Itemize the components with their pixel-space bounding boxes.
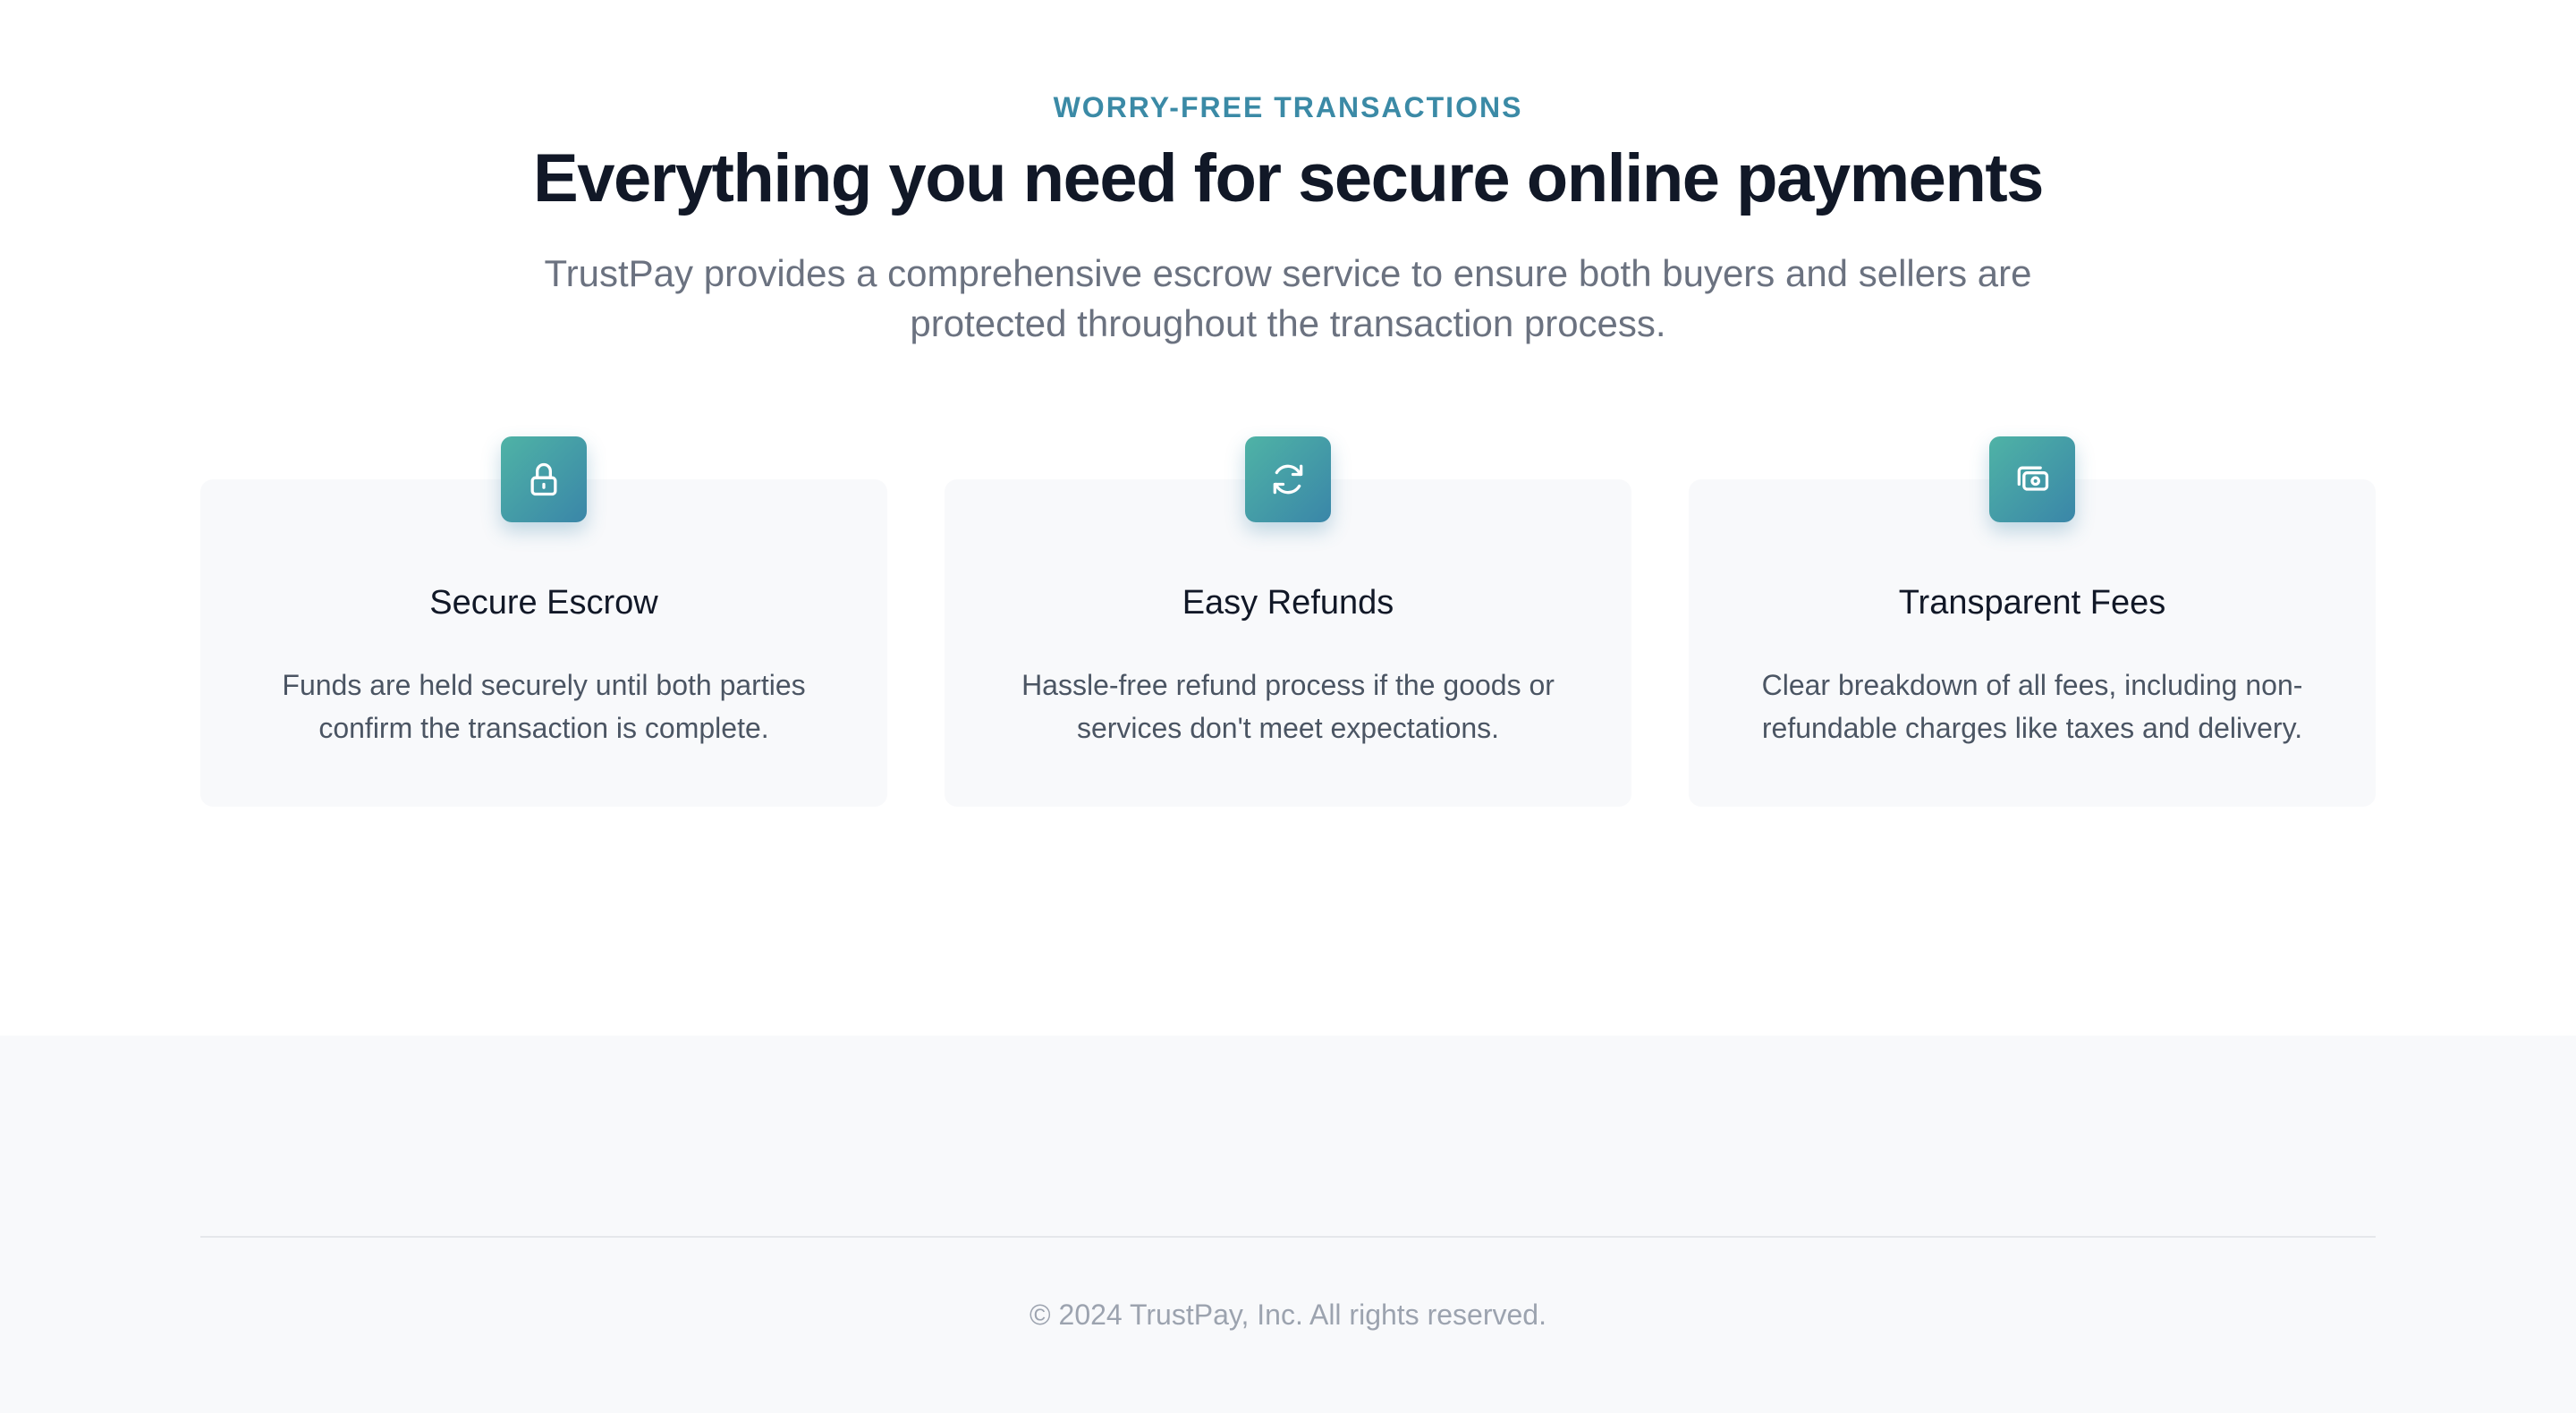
feature-description: Clear breakdown of all fees, including n…	[1761, 669, 2303, 744]
section-lead: TrustPay provides a comprehensive escrow…	[544, 252, 2032, 344]
features-section: WORRY-FREE TRANSACTIONS Everything you n…	[0, 0, 2576, 1036]
feature-description: Funds are held securely until both parti…	[282, 669, 806, 744]
cash-icon	[1989, 436, 2075, 522]
feature-card-secure-escrow: Secure Escrow Funds are held securely un…	[200, 436, 887, 807]
footer-divider	[200, 1236, 2376, 1238]
feature-title: Transparent Fees	[1898, 584, 2166, 622]
refresh-icon	[1245, 436, 1331, 522]
page-footer: © 2024 TrustPay, Inc. All rights reserve…	[0, 1036, 2576, 1413]
lock-icon	[501, 436, 587, 522]
feature-card-transparent-fees: Transparent Fees Clear breakdown of all …	[1689, 436, 2376, 807]
copyright-text: © 2024 TrustPay, Inc. All rights reserve…	[1030, 1299, 1546, 1331]
feature-title: Easy Refunds	[1182, 584, 1394, 622]
section-eyebrow: WORRY-FREE TRANSACTIONS	[1053, 91, 1523, 123]
feature-card-easy-refunds: Easy Refunds Hassle-free refund process …	[945, 436, 1631, 807]
feature-title: Secure Escrow	[429, 584, 658, 622]
feature-description: Hassle-free refund process if the goods …	[1021, 669, 1555, 744]
section-headline: Everything you need for secure online pa…	[533, 140, 2044, 216]
